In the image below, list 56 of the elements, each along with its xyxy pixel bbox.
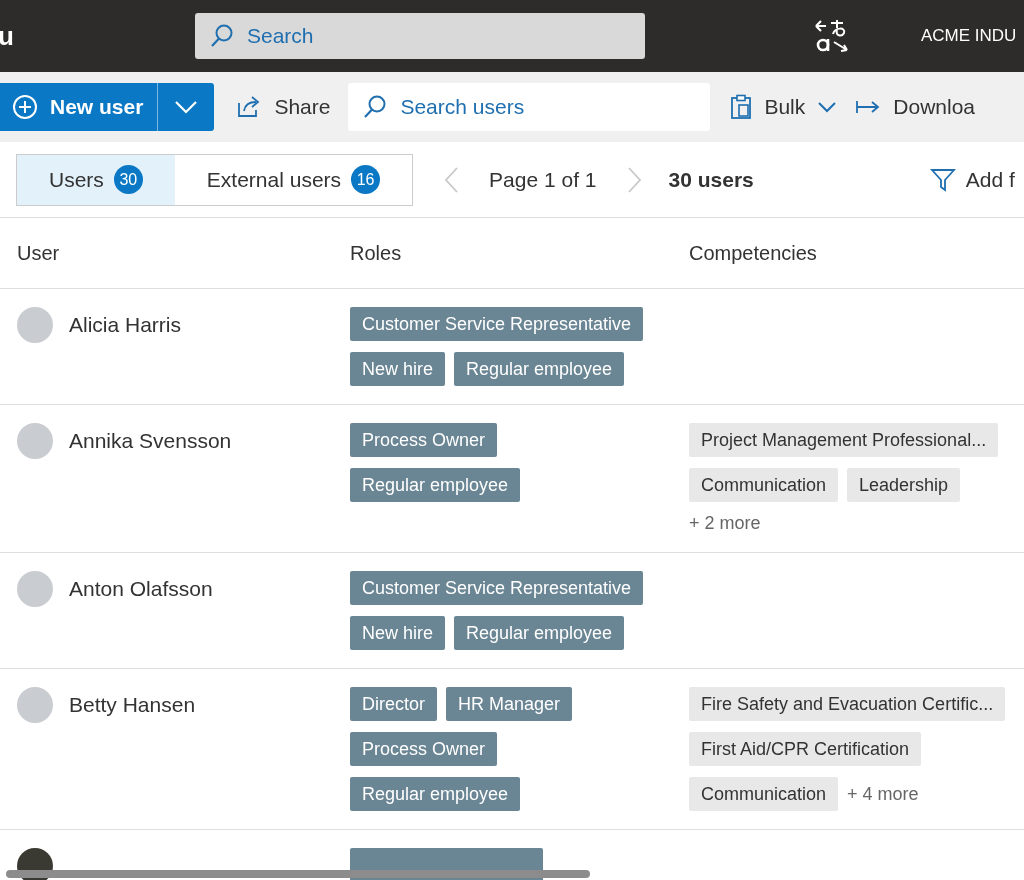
- role-tag: Customer Service Representative: [350, 571, 644, 605]
- user-name[interactable]: Alicia Harris: [69, 307, 181, 343]
- page-indicator: Page 1 of 1: [489, 167, 597, 192]
- chevron-right-icon[interactable]: [626, 165, 643, 194]
- role-tag: Process Owner: [350, 732, 498, 766]
- chevron-down-icon: [174, 100, 199, 114]
- avatar-photo-placeholder: [17, 571, 53, 607]
- column-header[interactable]: User: [17, 241, 350, 265]
- competency-tag: Leadership: [847, 468, 961, 502]
- global-search-field[interactable]: Search: [195, 13, 645, 59]
- role-tag: Regular employee: [350, 468, 521, 502]
- bulk-button[interactable]: Bulk: [724, 83, 844, 131]
- competency-tag: Project Management Professional...: [689, 423, 999, 457]
- role-tag: Regular employee: [454, 352, 625, 386]
- user-name[interactable]: Annika Svensson: [69, 423, 232, 459]
- user-name[interactable]: Betty Hansen: [69, 687, 196, 723]
- column-header[interactable]: Roles: [350, 241, 689, 265]
- more-link[interactable]: + 2 more: [689, 513, 761, 534]
- share-button[interactable]: Share: [230, 83, 337, 131]
- user-total: 30 users: [668, 167, 754, 192]
- competency-tag: Communication: [689, 777, 839, 811]
- horizontal-scrollbar[interactable]: [6, 870, 590, 878]
- organization-name[interactable]: ACME INDU: [921, 26, 1017, 46]
- chevron-down-icon: [817, 101, 838, 113]
- role-tag: New hire: [350, 352, 446, 386]
- new-user-dropdown-button[interactable]: [158, 83, 215, 131]
- competency-tag: Communication: [689, 468, 839, 502]
- arrow-right-bar-icon: [855, 99, 882, 115]
- count-badge: 16: [351, 165, 381, 194]
- role-tag: Director: [350, 687, 437, 721]
- avatar-photo-placeholder: [17, 307, 53, 343]
- role-tag: New hire: [350, 616, 446, 650]
- avatar-photo-placeholder: [17, 423, 53, 459]
- count-badge: 30: [113, 165, 143, 194]
- chevron-left-icon[interactable]: [443, 165, 460, 194]
- download-button[interactable]: Downloa: [849, 83, 981, 131]
- tab[interactable]: Users 30: [17, 154, 175, 205]
- add-filter-button[interactable]: Add f: [923, 166, 1021, 193]
- plus-circle-icon: [12, 94, 38, 120]
- competency-tag: First Aid/CPR Certification: [689, 732, 922, 766]
- role-tag: Regular employee: [454, 616, 625, 650]
- competency-tag: Fire Safety and Evacuation Certific...: [689, 687, 1006, 721]
- role-tag: Regular employee: [350, 777, 521, 811]
- role-tag: HR Manager: [446, 687, 573, 721]
- new-user-button[interactable]: New user: [0, 83, 159, 131]
- user-name[interactable]: Anton Olafsson: [69, 571, 213, 607]
- role-tag: Process Owner: [350, 423, 498, 457]
- avatar-photo-placeholder: [17, 687, 53, 723]
- translate-icon[interactable]: [813, 18, 851, 54]
- funnel-icon: [929, 167, 956, 192]
- clipboard-icon: [730, 94, 753, 120]
- logo-text: u: [0, 20, 15, 52]
- user-search-field[interactable]: Search users: [348, 83, 711, 131]
- more-link[interactable]: + 4 more: [847, 783, 919, 805]
- column-header[interactable]: Competencies: [689, 241, 817, 265]
- role-tag: Customer Service Representative: [350, 307, 644, 341]
